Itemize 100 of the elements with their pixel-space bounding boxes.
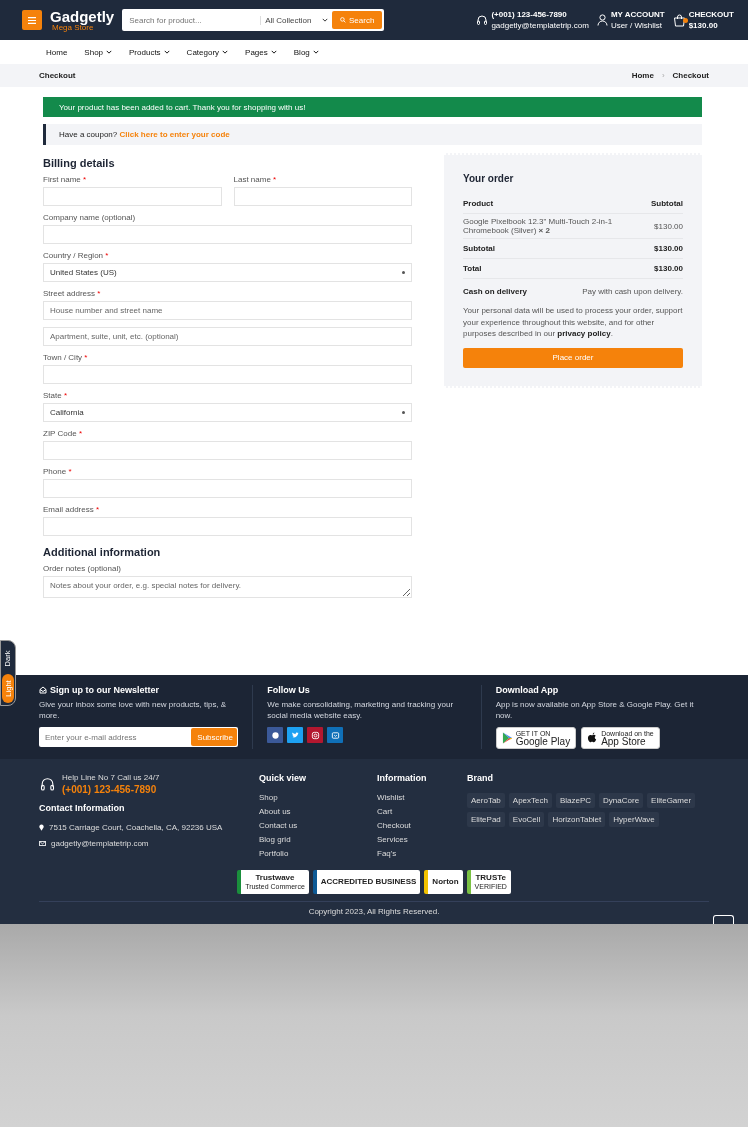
menu-icon [28,16,36,24]
select-field[interactable]: United States (US) [43,263,412,282]
field-label: Email address * [43,505,101,514]
copyright-text: Copyright 2023, All Rights Reserved. [308,907,440,917]
coupon-notice: Have a coupon? Click here to enter your code [43,124,702,145]
select-field[interactable]: California [43,403,412,422]
section-heading: Billing details [43,157,116,169]
footer-link[interactable]: Services [377,835,467,845]
helpline-phone[interactable]: (+001) 123-456-7890 [62,784,160,796]
nav-item[interactable]: Blog [293,47,319,57]
field-label: State * [43,391,69,400]
breadcrumb-separator: › [661,71,665,80]
bird-icon [290,730,300,740]
column-text: We make consolidating, marketing and tracking your social media website easy. [267,699,455,722]
search-icon [340,17,346,23]
column-text: App is now available on App Store & Google Play. Get it now. [495,699,695,722]
message-icon [330,730,340,740]
privacy-link[interactable]: privacy policy [557,329,611,339]
breadcrumb-item[interactable]: Home [631,71,654,80]
brand-tag[interactable]: ElitePad [467,812,505,828]
field-label: First name * [43,175,88,184]
panel-title: Your order [463,173,515,184]
field-label: Last name * [233,175,278,184]
privacy-text: Your personal data will be used to process your order, support your experience throughout this website, and for other purposes described in our privacy policy. [463,305,683,340]
column-title: Quick view [259,773,308,784]
input-field[interactable] [43,225,412,244]
nav-item[interactable]: Category [186,47,229,57]
header-email: gadgetly@templatetrip.com [491,21,589,30]
footer-link[interactable]: Blog grid [259,835,357,845]
account-links[interactable]: User / Wishlist [610,21,665,30]
input-field[interactable] [43,479,412,498]
footer-link[interactable]: Cart [377,807,467,817]
helpline-label: Help Line No 7 Call us 24/7 [62,773,160,783]
field-label: Phone * [43,467,73,476]
social-link[interactable] [287,727,304,744]
footer-link[interactable]: Checkout [377,821,467,831]
chevron-icon [322,18,329,22]
header-phone: (+001) 123-456-7890 [491,10,568,19]
cart-title[interactable]: CHECKOUT [688,10,734,19]
payment-note: Pay with cash upon delivery. [582,286,683,296]
field-label: Country / Region * [43,251,110,260]
brand-tag[interactable]: EliteGamer [647,793,696,809]
input-field[interactable] [43,517,412,536]
nav-item[interactable]: Pages [245,47,277,57]
notes-field[interactable]: Notes about your order, e.g. special notes for delivery. [43,576,412,598]
menu-button[interactable] [22,10,42,30]
input-field[interactable] [43,365,412,384]
camera-icon [310,730,320,740]
order-value: Subtotal [651,199,683,208]
order-label: Product [463,199,494,208]
social-link[interactable] [267,727,284,744]
footer-link[interactable]: Contact us [259,821,357,831]
column-title: Sign up to our Newsletter [50,685,159,695]
headset-icon [39,776,56,793]
caret-icon [163,50,170,54]
circle-icon [270,730,280,740]
social-link[interactable] [327,727,344,744]
success-message: Your product has been added to cart. Thank you for shopping with us! [43,97,702,117]
brand-tag[interactable]: HyperWave [609,812,659,828]
order-value: $130.00 [654,221,683,231]
footer-link[interactable]: Shop [259,793,357,803]
brand-tag[interactable]: DynaCore [599,793,644,809]
brand-tag[interactable]: HorizonTablet [548,812,606,828]
input-field[interactable] [43,441,412,460]
input-field[interactable] [43,187,222,206]
account-title[interactable]: MY ACCOUNT [610,10,665,19]
footer-link[interactable]: Wishlist [377,793,467,803]
caret-icon [222,50,229,54]
order-value: $130.00 [654,264,683,273]
social-link[interactable] [307,727,324,744]
order-label: Total [463,264,482,273]
breadcrumb-item: Checkout [672,71,709,80]
nav-item[interactable]: Home [46,47,68,57]
apple-icon [587,732,599,745]
nav-item[interactable]: Products [129,47,170,57]
caret-icon [270,50,277,54]
headset-icon [476,14,489,26]
footer-link[interactable]: About us [259,807,357,817]
contact-address: 7515 Carriage Court, Coachella, CA, 92236 USA [49,823,223,833]
trust-badge: Norton [424,870,463,895]
bag-icon[interactable] [672,13,686,27]
brand-tag[interactable]: ApexTech [508,793,552,809]
logo-name[interactable]: Gadgetly [50,8,115,24]
page-title: Checkout [39,71,76,80]
brand-tag[interactable]: BlazePC [555,793,596,809]
search-field[interactable]: Search for product... All Collection Search [122,9,385,31]
brand-tag[interactable]: AeroTab [467,793,505,809]
footer-link[interactable]: Faq's [377,849,467,859]
field-label: Street address * [43,289,102,298]
order-value: $130.00 [654,244,683,253]
field-label: ZIP Code * [43,429,83,438]
contact-email[interactable]: gadgetly@templatetrip.com [51,839,149,849]
envelope-icon [39,686,47,694]
input-field[interactable]: Apartment, suite, unit, etc. (optional) [43,327,412,346]
nav-item[interactable]: Shop [84,47,113,57]
footer-link[interactable]: Portfolio [259,849,357,859]
input-field[interactable] [233,187,412,206]
input-field[interactable]: House number and street name [43,301,412,320]
user-icon [596,14,608,26]
brand-tag[interactable]: EvoCell [508,812,545,828]
